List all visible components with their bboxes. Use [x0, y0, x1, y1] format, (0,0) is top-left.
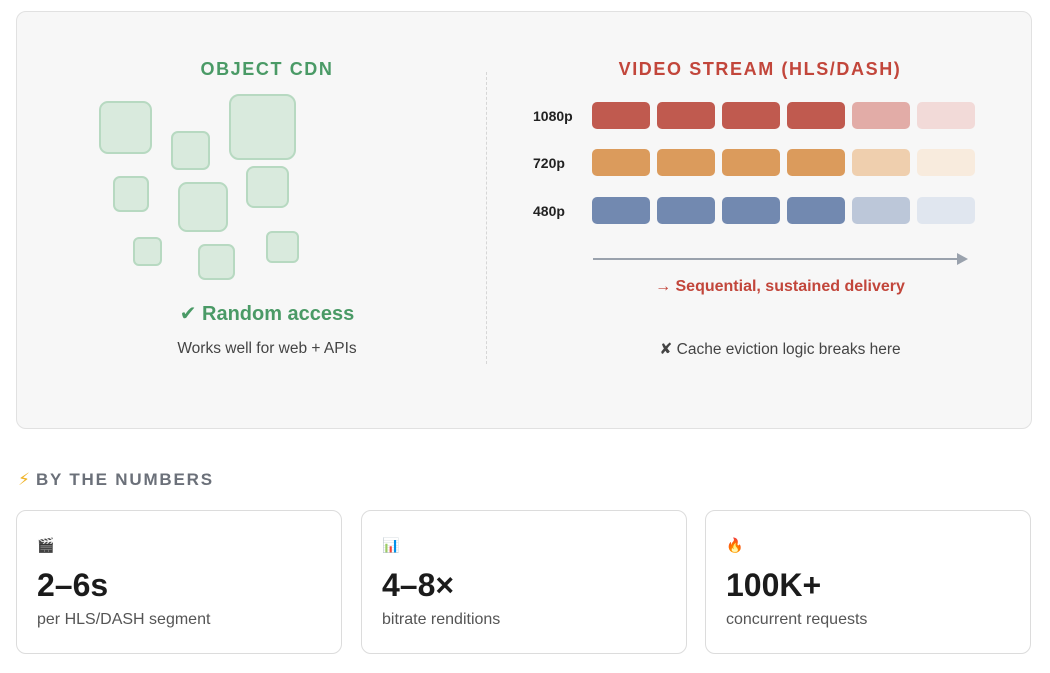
- timeline-arrow-head-icon: [957, 253, 968, 265]
- object-tile: [178, 182, 228, 232]
- fire-icon: 🔥: [726, 537, 744, 553]
- video-stream-subtitle: ✘ Cache eviction logic breaks here: [659, 341, 901, 358]
- bar-chart-icon: 📊: [382, 537, 400, 553]
- segment-block: [852, 149, 910, 176]
- rendition-label-480p: 480p: [533, 203, 565, 219]
- sequential-delivery-label: → Sequential, sustained delivery: [655, 278, 905, 295]
- stat-card-concurrent-requests: 🔥 100K+ concurrent requests: [705, 510, 1031, 654]
- segment-block: [592, 197, 650, 224]
- object-tile: [133, 237, 162, 266]
- segment-block: [657, 149, 715, 176]
- object-tile: [198, 244, 235, 280]
- segment-block: [657, 197, 715, 224]
- object-tile: [266, 231, 299, 263]
- object-tile: [113, 176, 149, 212]
- segment-block: [787, 149, 845, 176]
- section-heading-text: BY THE NUMBERS: [35, 470, 214, 489]
- rendition-label-1080p: 1080p: [533, 108, 573, 124]
- segment-block: [917, 197, 975, 224]
- object-tile: [246, 166, 289, 208]
- segment-block: [787, 197, 845, 224]
- stat-label: per HLS/DASH segment: [37, 611, 211, 628]
- by-the-numbers-heading: ⚡ BY THE NUMBERS: [18, 470, 214, 490]
- segment-block: [592, 149, 650, 176]
- segment-block: [852, 197, 910, 224]
- segment-block: [787, 102, 845, 129]
- object-tile: [229, 94, 296, 160]
- segment-block: [852, 102, 910, 129]
- stat-card-segment-length: 🎬 2–6s per HLS/DASH segment: [16, 510, 342, 654]
- segment-block: [592, 102, 650, 129]
- object-tile: [99, 101, 152, 154]
- stat-value: 4–8×: [382, 567, 455, 603]
- video-stream-title: VIDEO STREAM (HLS/DASH): [618, 59, 902, 79]
- stat-value: 2–6s: [37, 567, 109, 603]
- lightning-icon: ⚡: [18, 470, 30, 489]
- stat-label: bitrate renditions: [382, 611, 501, 628]
- object-tile: [171, 131, 210, 170]
- stat-value: 100K+: [726, 567, 822, 603]
- segment-block: [917, 102, 975, 129]
- object-cdn-title: OBJECT CDN: [200, 59, 334, 79]
- segment-block: [722, 197, 780, 224]
- stat-card-renditions: 📊 4–8× bitrate renditions: [361, 510, 687, 654]
- segment-block: [722, 102, 780, 129]
- panel-divider: [486, 72, 487, 364]
- segment-block: [917, 149, 975, 176]
- object-cdn-subtitle: Works well for web + APIs: [177, 340, 357, 357]
- segment-block: [657, 102, 715, 129]
- clapper-icon: 🎬: [37, 537, 55, 553]
- stat-label: concurrent requests: [726, 611, 868, 628]
- segment-block: [722, 149, 780, 176]
- timeline-arrow-line: [593, 258, 959, 260]
- rendition-label-720p: 720p: [533, 155, 565, 171]
- random-access-label: ✔ Random access: [179, 303, 355, 325]
